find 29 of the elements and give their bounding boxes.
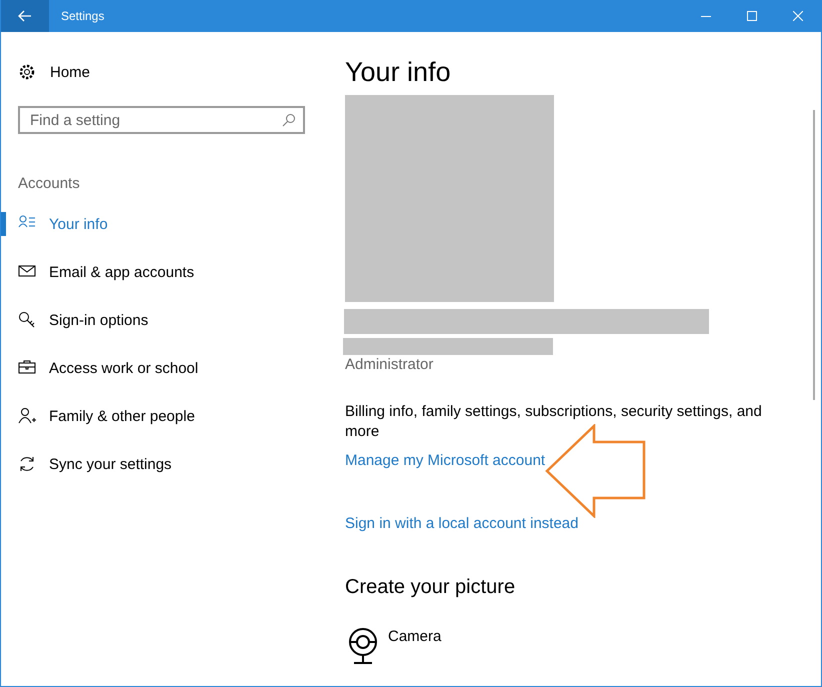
description-text: Billing info, family settings, subscriptions, security settings, and more (345, 402, 763, 442)
search-field[interactable]: Find a setting (18, 106, 305, 134)
nav-item[interactable]: Email & app accounts (1, 248, 321, 296)
account-link[interactable]: Manage my Microsoft account (345, 451, 546, 471)
selection-indicator (1, 212, 6, 236)
close-icon (793, 11, 803, 21)
account-role: Administrator (345, 355, 434, 375)
nav-item[interactable]: Your info (1, 200, 321, 248)
account-link[interactable]: Sign in with a local account instead (345, 514, 578, 534)
nav-item[interactable]: Sign-in options (1, 296, 321, 344)
back-arrow-icon (18, 10, 32, 22)
section-heading: Accounts (18, 174, 81, 194)
maximize-icon (747, 11, 757, 21)
home-link[interactable]: Home (50, 64, 90, 80)
search-icon (282, 113, 296, 127)
sync-icon (18, 455, 36, 473)
person-add-icon (18, 407, 36, 425)
gear-icon (18, 63, 36, 81)
nav-item[interactable]: Access work or school (1, 344, 321, 392)
back-button[interactable] (1, 0, 49, 32)
page-title: Your info (345, 56, 452, 88)
option-label[interactable]: Camera (388, 628, 442, 645)
section-title: Create your picture (345, 575, 516, 600)
nav-item[interactable]: Sync your settings (1, 440, 321, 488)
webcam-icon[interactable] (348, 628, 378, 666)
key-icon (18, 311, 36, 329)
nav-item[interactable]: Family & other people (1, 392, 321, 440)
scrollbar[interactable] (813, 110, 815, 400)
window-title: Settings (61, 9, 106, 23)
